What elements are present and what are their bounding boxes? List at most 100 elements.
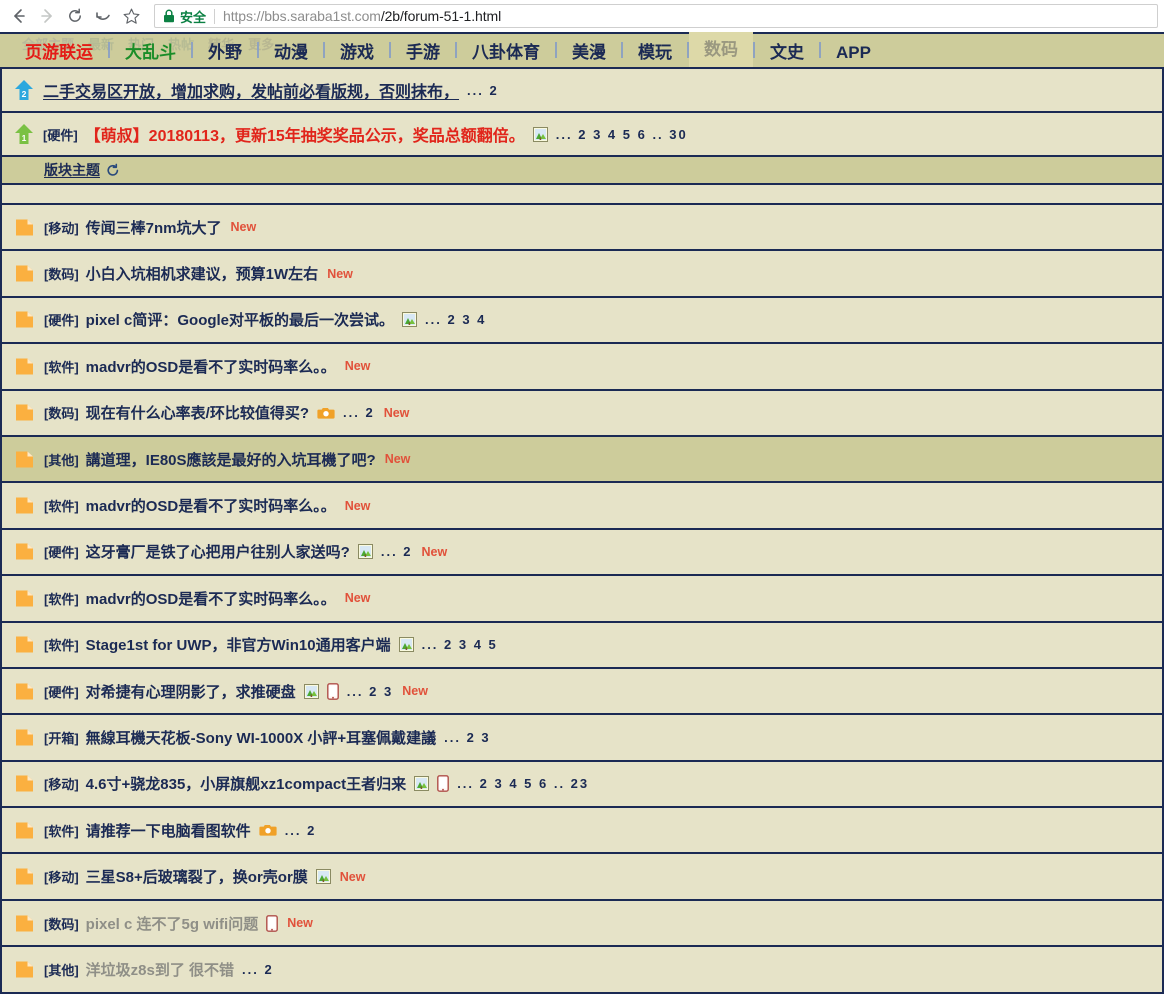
reload-icon[interactable] <box>62 3 88 29</box>
address-bar[interactable]: 安全 https://bbs.saraba1st.com/2b/forum-51… <box>154 4 1158 28</box>
thread-row[interactable]: [软件] madvr的OSD是看不了实时码率么。。 New <box>0 344 1164 391</box>
tab-页游联运[interactable]: 页游联运 <box>10 41 108 67</box>
thread-title[interactable]: pixel c简评：Google对平板的最后一次尝试。 <box>86 309 394 330</box>
thread-category-tag[interactable]: [开箱] <box>44 728 79 747</box>
thread-row[interactable]: [硬件] pixel c简评：Google对平板的最后一次尝试。 ... 2 3 4 <box>0 297 1164 345</box>
thread-row[interactable]: [硬件] 对希捷有心理阴影了，求推硬盘 ... 2 3 New <box>0 668 1164 716</box>
tab-手游[interactable]: 手游 <box>391 41 455 67</box>
sticky-thread-title[interactable]: 【萌叔】20180113，更新15年抽奖奖品公示，奖品总额翻倍。 <box>85 122 525 146</box>
attachment-image-icon <box>357 544 373 560</box>
thread-page-links[interactable]: ... 2 3 4 5 <box>422 637 498 652</box>
new-badge: New <box>344 591 371 606</box>
thread-title[interactable]: 这牙膏厂是铁了心把用户往别人家送吗? <box>86 541 350 562</box>
thread-page-links[interactable]: ... 2 <box>285 823 317 838</box>
thread-row[interactable]: [移动] 4.6寸+骁龙835，小屏旗舰xz1compact王者归来 ... 2 3… <box>0 761 1164 809</box>
thread-page-links[interactable]: ... 2 <box>381 544 413 559</box>
folder-icon <box>14 913 35 934</box>
thread-category-tag[interactable]: [硬件] <box>44 542 79 561</box>
tab-外野[interactable]: 外野 <box>193 41 257 67</box>
thread-category-tag[interactable]: [移动] <box>44 218 79 237</box>
tab-八卦体育[interactable]: 八卦体育 <box>457 41 555 67</box>
forward-arrow-icon[interactable] <box>34 3 60 29</box>
thread-page-links[interactable]: ... 2 3 4 5 6 .. 30 <box>556 127 688 142</box>
thread-page-links[interactable]: ... 2 <box>242 962 274 977</box>
thread-title[interactable]: madvr的OSD是看不了实时码率么。。 <box>86 495 336 516</box>
tab-APP[interactable]: APP <box>821 41 886 67</box>
thread-category-tag[interactable]: [其他] <box>44 960 79 979</box>
sticky-thread-row[interactable]: 1 [硬件] 【萌叔】20180113，更新15年抽奖奖品公示，奖品总额翻倍。...… <box>0 113 1164 157</box>
thread-title[interactable]: 现在有什么心率表/环比较值得买? <box>86 402 309 423</box>
url-text: https://bbs.saraba1st.com/2b/forum-51-1.… <box>223 8 501 24</box>
thread-category-tag[interactable]: [软件] <box>44 496 79 515</box>
back-arrow-icon[interactable] <box>6 3 32 29</box>
new-badge: New <box>421 544 448 559</box>
folder-icon <box>14 588 35 609</box>
tab-动漫[interactable]: 动漫 <box>259 41 323 67</box>
thread-title[interactable]: 講道理，IE80S應該是最好的入坑耳機了吧? <box>86 449 376 470</box>
thread-page-links[interactable]: ... 2 3 4 <box>425 312 486 327</box>
sticky-thread-title[interactable]: 二手交易区开放，增加求购，发帖前必看版规，否则抹布， <box>43 78 459 102</box>
thread-category-tag[interactable]: [软件] <box>44 357 79 376</box>
thread-category-tag[interactable]: [移动] <box>44 867 79 886</box>
tab-游戏[interactable]: 游戏 <box>325 41 389 67</box>
thread-category-tag: [硬件] <box>43 127 78 143</box>
thread-title[interactable]: 传闻三棒7nm坑大了 <box>86 217 222 238</box>
thread-row[interactable]: [移动] 传闻三棒7nm坑大了 New <box>0 205 1164 252</box>
thread-row[interactable]: [软件] 请推荐一下电脑看图软件 ... 2 <box>0 808 1164 855</box>
tab-数码[interactable]: 数码 <box>689 32 753 67</box>
thread-category-tag[interactable]: [其他] <box>44 450 79 469</box>
thread-row[interactable]: [移动] 三星S8+后玻璃裂了，换or壳or膜 New <box>0 854 1164 901</box>
section-header-label[interactable]: 版块主题 <box>44 160 100 180</box>
thread-row[interactable]: [数码] 现在有什么心率表/环比较值得买? ... 2 New <box>0 390 1164 437</box>
thread-row[interactable]: [其他] 講道理，IE80S應該是最好的入坑耳機了吧? New <box>0 436 1164 484</box>
star-icon[interactable] <box>118 3 144 29</box>
thread-title[interactable]: 小白入坑相机求建议，预算1W左右 <box>86 263 319 284</box>
refresh-icon[interactable] <box>106 163 120 177</box>
thread-category-tag[interactable]: [数码] <box>44 264 79 283</box>
thread-title[interactable]: 请推荐一下电脑看图软件 <box>86 820 251 841</box>
tab-文史[interactable]: 文史 <box>755 41 819 67</box>
thread-row[interactable]: [数码] pixel c 连不了5g wifi问题 New <box>0 900 1164 948</box>
thread-title[interactable]: 对希捷有心理阴影了，求推硬盘 <box>86 681 296 702</box>
thread-page-links[interactable]: ... 2 <box>343 405 375 420</box>
thread-row[interactable]: [软件] madvr的OSD是看不了实时码率么。。 New <box>0 483 1164 530</box>
thread-title[interactable]: madvr的OSD是看不了实时码率么。。 <box>86 588 336 609</box>
tab-美漫[interactable]: 美漫 <box>557 41 621 67</box>
thread-title[interactable]: pixel c 连不了5g wifi问题 <box>86 913 259 934</box>
thread-category-tag[interactable]: [软件] <box>44 635 79 654</box>
thread-category-tag[interactable]: [移动] <box>44 774 79 793</box>
attachment-image-icon <box>532 126 548 142</box>
thread-category-tag[interactable]: [软件] <box>44 589 79 608</box>
folder-icon <box>14 263 35 284</box>
thread-page-links[interactable]: ... 2 <box>467 83 499 98</box>
thread-title[interactable]: 洋垃圾z8s到了 很不错 <box>86 959 234 980</box>
thread-row[interactable]: [其他] 洋垃圾z8s到了 很不错 ... 2 <box>0 947 1164 994</box>
attachment-image-icon <box>303 683 319 699</box>
thread-title[interactable]: 無線耳機天花板-Sony WI-1000X 小評+耳塞佩戴建議 <box>86 727 436 748</box>
thread-row[interactable]: [开箱] 無線耳機天花板-Sony WI-1000X 小評+耳塞佩戴建議 ... 2… <box>0 715 1164 762</box>
thread-page-links[interactable]: ... 2 3 <box>444 730 491 745</box>
thread-category-tag[interactable]: [硬件] <box>44 682 79 701</box>
thread-title[interactable]: 三星S8+后玻璃裂了，换or壳or膜 <box>86 866 308 887</box>
tab-大乱斗[interactable]: 大乱斗 <box>110 41 191 67</box>
thread-category-tag[interactable]: [硬件] <box>44 310 79 329</box>
forum-tab-list: 页游联运 大乱斗 外野 动漫 游戏 手游 八卦体育 美漫 模玩 数码 文史 APP <box>0 32 1164 67</box>
thread-category-tag[interactable]: [软件] <box>44 821 79 840</box>
thread-category-tag[interactable]: [数码] <box>44 914 79 933</box>
sticky-thread-row[interactable]: 2 二手交易区开放，增加求购，发帖前必看版规，否则抹布， ... 2 <box>0 69 1164 113</box>
thread-row[interactable]: [软件] madvr的OSD是看不了实时码率么。。 New <box>0 576 1164 623</box>
thread-row[interactable]: [硬件] 这牙膏厂是铁了心把用户往别人家送吗? ... 2 New <box>0 529 1164 577</box>
thread-page-links[interactable]: ... 2 3 <box>347 684 394 699</box>
thread-title[interactable]: 4.6寸+骁龙835，小屏旗舰xz1compact王者归来 <box>86 773 407 794</box>
new-badge: New <box>402 684 428 699</box>
thread-row[interactable]: [数码] 小白入坑相机求建议，预算1W左右 New <box>0 251 1164 298</box>
thread-title[interactable]: madvr的OSD是看不了实时码率么。。 <box>86 356 336 377</box>
undo-arrow-icon[interactable] <box>90 3 116 29</box>
thread-title[interactable]: Stage1st for UWP，非官方Win10通用客户端 <box>86 634 391 655</box>
thread-page-links[interactable]: ... 2 3 4 5 6 .. 23 <box>457 776 589 791</box>
tab-模玩[interactable]: 模玩 <box>623 41 687 67</box>
thread-category-tag[interactable]: [数码] <box>44 403 79 422</box>
url-scheme-host: https://bbs.saraba1st.com <box>223 8 381 24</box>
secure-label: 安全 <box>180 9 207 25</box>
thread-row[interactable]: [软件] Stage1st for UWP，非官方Win10通用客户端 ... 2 … <box>0 622 1164 669</box>
